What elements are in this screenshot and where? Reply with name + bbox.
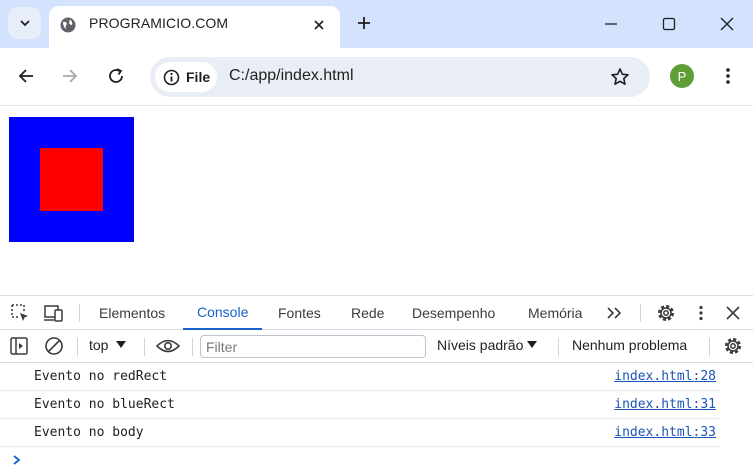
- back-button[interactable]: [14, 64, 38, 88]
- close-icon: [314, 20, 324, 30]
- console-filterbar: top Níveis padrão Nenhum problema: [0, 330, 753, 363]
- context-selector[interactable]: top: [89, 337, 127, 353]
- info-icon: [163, 69, 180, 85]
- chevron-down-icon: [19, 20, 30, 27]
- minimize-button[interactable]: [599, 12, 623, 36]
- show-sidebar-button[interactable]: [8, 335, 30, 357]
- toolbar-divider: [192, 338, 193, 356]
- device-toggle-icon: [44, 305, 63, 322]
- gear-icon: [658, 305, 674, 321]
- browser-toolbar: File C:/app/index.html P: [0, 48, 753, 106]
- devtools-tabbar: Elementos Console Fontes Rede Desempenho…: [0, 296, 753, 330]
- toolbar-divider: [144, 338, 145, 356]
- devtools-panel: Elementos Console Fontes Rede Desempenho…: [0, 295, 753, 466]
- minimize-icon: [605, 23, 617, 25]
- console-source-link[interactable]: index.html:31: [614, 397, 716, 412]
- maximize-button[interactable]: [657, 12, 681, 36]
- console-message: Evento no body index.html:33: [0, 419, 720, 447]
- toolbar-divider: [709, 338, 710, 356]
- inspect-icon: [11, 304, 28, 321]
- reload-button[interactable]: [104, 64, 128, 88]
- console-source-link[interactable]: index.html:28: [614, 369, 716, 384]
- gear-icon: [725, 338, 741, 354]
- devtools-settings-button[interactable]: [655, 302, 677, 324]
- tab-strip: PROGRAMICIO.COM: [0, 0, 753, 48]
- globe-icon: [59, 16, 77, 34]
- sidebar-toggle-icon: [10, 337, 28, 355]
- close-tab-button[interactable]: [309, 15, 329, 35]
- caret-down-icon: [527, 341, 538, 348]
- address-bar[interactable]: File C:/app/index.html: [150, 57, 650, 97]
- issues-counter[interactable]: Nenhum problema: [572, 337, 687, 353]
- inspect-element-button[interactable]: [9, 302, 31, 324]
- site-info-chip[interactable]: File: [155, 62, 217, 92]
- toolbar-divider: [640, 304, 641, 322]
- console-message-text: Evento no body: [34, 425, 144, 440]
- url-text[interactable]: C:/app/index.html: [229, 67, 354, 85]
- tab-fontes[interactable]: Fontes: [278, 296, 321, 330]
- profile-avatar[interactable]: P: [670, 64, 694, 88]
- plus-icon: [358, 17, 370, 29]
- console-output: Evento no redRect index.html:28 Evento n…: [0, 363, 753, 466]
- console-message: Evento no blueRect index.html:31: [0, 391, 720, 419]
- star-icon: [611, 68, 629, 85]
- close-icon: [726, 306, 740, 320]
- red-rect[interactable]: [40, 148, 103, 211]
- clear-console-button[interactable]: [43, 335, 65, 357]
- maximize-icon: [662, 17, 676, 31]
- log-levels-dropdown[interactable]: Níveis padrão: [437, 337, 538, 353]
- tab-elementos[interactable]: Elementos: [99, 296, 165, 330]
- forward-button[interactable]: [58, 64, 82, 88]
- close-devtools-button[interactable]: [722, 302, 744, 324]
- caret-down-icon: [116, 341, 127, 348]
- console-message-text: Evento no redRect: [34, 369, 168, 384]
- browser-menu-button[interactable]: [716, 64, 740, 88]
- close-window-button[interactable]: [715, 12, 739, 36]
- kebab-menu-icon: [726, 68, 730, 84]
- close-icon: [720, 17, 734, 31]
- toolbar-divider: [77, 338, 78, 356]
- arrow-right-icon: [63, 69, 78, 83]
- tab-console[interactable]: Console: [183, 296, 263, 330]
- console-message: Evento no redRect index.html:28: [0, 363, 720, 391]
- tab-memoria[interactable]: Memória: [528, 296, 582, 330]
- eye-icon: [156, 339, 180, 353]
- double-chevron-right-icon: [607, 307, 622, 319]
- console-prompt-chevron-icon[interactable]: [12, 453, 22, 466]
- block-icon: [45, 337, 63, 355]
- arrow-left-icon: [18, 69, 33, 83]
- site-chip-label: File: [186, 69, 211, 85]
- tab-desempenho[interactable]: Desempenho: [412, 296, 495, 330]
- toolbar-divider: [558, 338, 559, 356]
- tab-rede[interactable]: Rede: [351, 296, 384, 330]
- blue-rect[interactable]: [9, 117, 134, 242]
- console-message-text: Evento no blueRect: [34, 397, 175, 412]
- tab-title: PROGRAMICIO.COM: [89, 15, 229, 31]
- kebab-menu-icon: [699, 305, 703, 321]
- console-settings-button[interactable]: [722, 335, 744, 357]
- reload-icon: [109, 68, 123, 83]
- new-tab-button[interactable]: [353, 12, 375, 34]
- console-source-link[interactable]: index.html:33: [614, 425, 716, 440]
- devtools-menu-button[interactable]: [690, 302, 712, 324]
- browser-tab[interactable]: PROGRAMICIO.COM: [49, 6, 340, 48]
- log-levels-label: Níveis padrão: [437, 337, 524, 353]
- device-toolbar-button[interactable]: [43, 302, 65, 324]
- tab-search-button[interactable]: [8, 7, 41, 39]
- more-tabs-button[interactable]: [604, 302, 626, 324]
- bookmark-button[interactable]: [608, 65, 632, 89]
- context-label: top: [89, 337, 109, 353]
- toolbar-divider: [79, 304, 80, 322]
- live-expression-button[interactable]: [155, 335, 181, 357]
- console-filter-input[interactable]: [200, 335, 426, 358]
- page-viewport: [0, 107, 753, 295]
